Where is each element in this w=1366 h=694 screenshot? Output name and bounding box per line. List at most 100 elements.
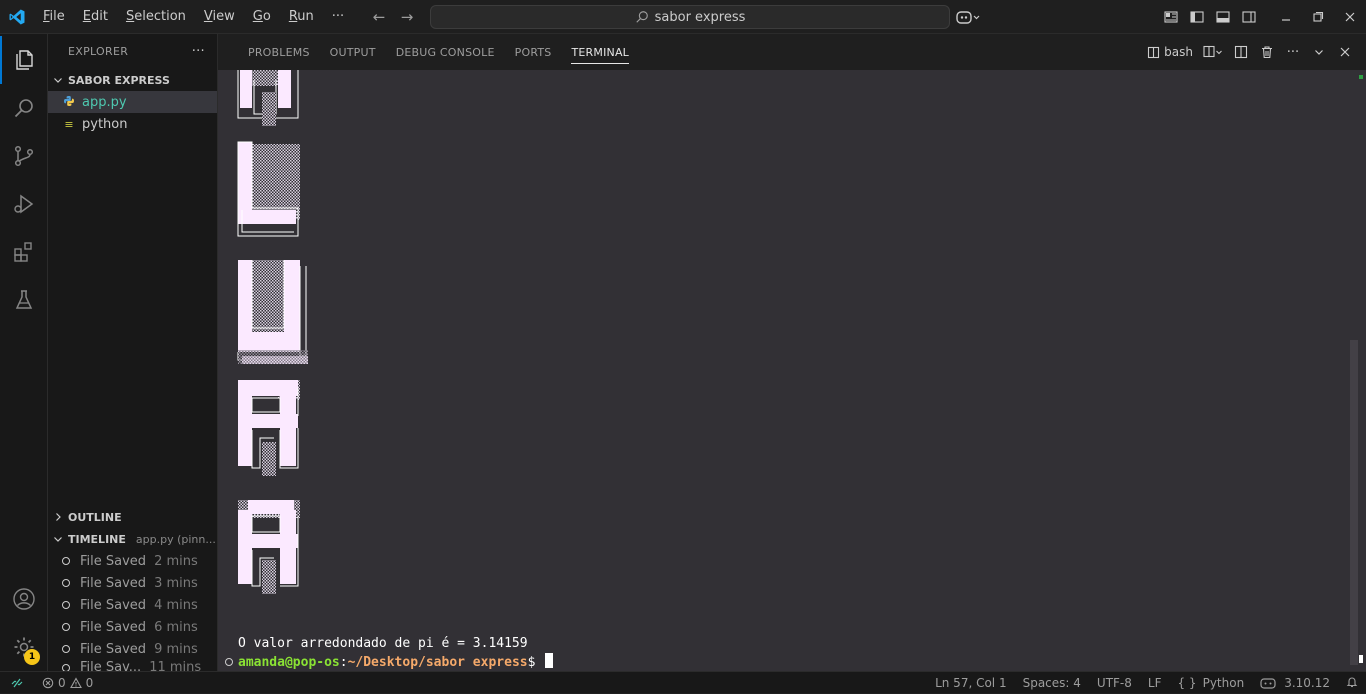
- minimize-icon[interactable]: [1270, 0, 1302, 34]
- kill-terminal-button[interactable]: [1256, 41, 1278, 63]
- timeline-item[interactable]: File Saved 4 mins: [48, 594, 218, 616]
- run-and-debug-icon[interactable]: [0, 180, 48, 228]
- ascii-letter-a: [238, 500, 300, 594]
- error-count: 0: [58, 675, 66, 690]
- file-name: python: [82, 116, 128, 132]
- ascii-letter-u: [237, 260, 308, 364]
- text-file-icon: ≡: [64, 117, 74, 131]
- outline-section-header[interactable]: OUTLINE: [48, 506, 218, 528]
- forward-arrow-icon[interactable]: →: [398, 8, 416, 26]
- command-center-search[interactable]: sabor express: [430, 5, 950, 29]
- timeline-item-time: 6 mins: [154, 619, 198, 635]
- tab-ports[interactable]: PORTS: [505, 34, 562, 70]
- split-panel-button[interactable]: [1230, 41, 1252, 63]
- split-icon: [1234, 45, 1248, 59]
- new-terminal-dropdown[interactable]: [1200, 41, 1226, 63]
- vscode-logo-icon: [0, 0, 34, 34]
- circle-icon: [62, 579, 70, 587]
- menu-edit[interactable]: Edit: [74, 0, 117, 34]
- maximize-icon[interactable]: [1302, 0, 1334, 34]
- circle-icon: [62, 601, 70, 609]
- close-window-icon[interactable]: [1334, 0, 1366, 34]
- folder-header[interactable]: SABOR EXPRESS: [48, 69, 217, 91]
- testing-icon[interactable]: [0, 276, 48, 324]
- explorer-header: EXPLORER ···: [48, 34, 217, 69]
- accounts-icon[interactable]: [0, 575, 48, 623]
- tab-terminal[interactable]: TERMINAL: [561, 34, 639, 70]
- source-control-icon[interactable]: [0, 132, 48, 180]
- terminal-shell-selector[interactable]: bash: [1144, 41, 1196, 63]
- chevron-down-icon[interactable]: [1308, 41, 1330, 63]
- timeline-title: TIMELINE: [68, 532, 126, 546]
- python-file-icon: [62, 95, 76, 110]
- tab-output[interactable]: OUTPUT: [320, 34, 386, 70]
- command-center-text: sabor express: [654, 9, 746, 25]
- file-item-python[interactable]: ≡ python: [48, 113, 217, 135]
- remote-indicator-icon[interactable]: [0, 672, 34, 694]
- customize-layout-icon[interactable]: [1158, 0, 1184, 34]
- warning-count: 0: [85, 675, 94, 690]
- more-actions-icon[interactable]: ···: [1282, 41, 1304, 63]
- terminal-prompt-line: amanda@pop-os:~/Desktop/sabor express$: [238, 653, 554, 670]
- explorer-icon[interactable]: [0, 36, 48, 84]
- braces-icon: { }: [1177, 676, 1197, 690]
- search-activity-icon[interactable]: [0, 84, 48, 132]
- file-item-app-py[interactable]: app.py: [48, 91, 217, 113]
- prompt-path: ~/Desktop/sabor express: [347, 655, 528, 670]
- problems-indicator[interactable]: 0 0: [34, 676, 101, 690]
- timeline-item[interactable]: File Saved 3 mins: [48, 572, 218, 594]
- circle-icon: [62, 645, 70, 653]
- menu-view[interactable]: View: [195, 0, 244, 34]
- terminal-view[interactable]: O valor arredondado de pi é = 3.14159 am…: [218, 70, 1366, 671]
- chevron-down-icon: [54, 78, 62, 83]
- circle-icon: [62, 557, 70, 565]
- chevron-right-icon: [56, 513, 61, 521]
- language-mode[interactable]: { } Python: [1177, 676, 1244, 690]
- tab-problems[interactable]: PROBLEMS: [238, 34, 320, 70]
- cursor-position[interactable]: Ln 57, Col 1: [935, 676, 1007, 690]
- split-terminal-icon: [1203, 45, 1222, 58]
- timeline-item[interactable]: File Saved 2 mins: [48, 550, 218, 572]
- settings-gear-icon[interactable]: 1: [0, 623, 48, 671]
- prompt-separator: :: [339, 655, 348, 670]
- terminal-scrollbar[interactable]: [1350, 340, 1358, 665]
- menu-run[interactable]: Run: [280, 0, 323, 34]
- menu-go[interactable]: Go: [244, 0, 280, 34]
- timeline-section-header[interactable]: TIMELINE app.py (pinn...: [48, 528, 218, 550]
- toggle-secondary-sidebar-icon[interactable]: [1236, 0, 1262, 34]
- prompt-symbol: $: [527, 655, 544, 670]
- menu-selection[interactable]: Selection: [117, 0, 195, 34]
- scrollbar-marker: [1359, 75, 1363, 79]
- timeline-item-label: File Saved: [80, 575, 147, 591]
- encoding[interactable]: UTF-8: [1097, 676, 1132, 690]
- copilot-icon[interactable]: [948, 0, 988, 34]
- notifications-bell-icon[interactable]: [1346, 676, 1358, 691]
- status-bar-right: Ln 57, Col 1 Spaces: 4 UTF-8 LF { } Pyth…: [935, 672, 1358, 694]
- tab-debug-console[interactable]: DEBUG CONSOLE: [386, 34, 505, 70]
- explorer-more-button[interactable]: ···: [192, 44, 205, 59]
- language-name: Python: [1202, 676, 1245, 690]
- extensions-icon[interactable]: [0, 228, 48, 276]
- terminal-cursor: [545, 653, 554, 668]
- close-panel-icon[interactable]: [1334, 41, 1356, 63]
- python-interpreter[interactable]: 3.10.12: [1260, 676, 1330, 690]
- back-arrow-icon[interactable]: ←: [370, 8, 388, 26]
- timeline-item-time: 4 mins: [154, 597, 198, 613]
- activity-bar: 1: [0, 34, 48, 671]
- panel-actions: bash ···: [1144, 34, 1356, 70]
- shell-name: bash: [1164, 45, 1193, 59]
- chevron-down-icon: [54, 537, 62, 542]
- terminal-split-icon: [1148, 46, 1160, 58]
- toggle-panel-icon[interactable]: [1210, 0, 1236, 34]
- timeline-item-label: File Saved: [80, 553, 147, 569]
- toggle-primary-sidebar-icon[interactable]: [1184, 0, 1210, 34]
- menu-file[interactable]: File: [34, 0, 74, 34]
- timeline-item[interactable]: File Saved 6 mins: [48, 616, 218, 638]
- menu-more[interactable]: ···: [323, 0, 353, 34]
- indentation[interactable]: Spaces: 4: [1023, 676, 1081, 690]
- title-bar-actions: [948, 0, 1366, 34]
- command-decoration-icon[interactable]: [225, 658, 233, 666]
- timeline-item[interactable]: File Saved 9 mins: [48, 638, 218, 660]
- end-of-line[interactable]: LF: [1148, 676, 1162, 690]
- ascii-letter-r: [238, 380, 300, 476]
